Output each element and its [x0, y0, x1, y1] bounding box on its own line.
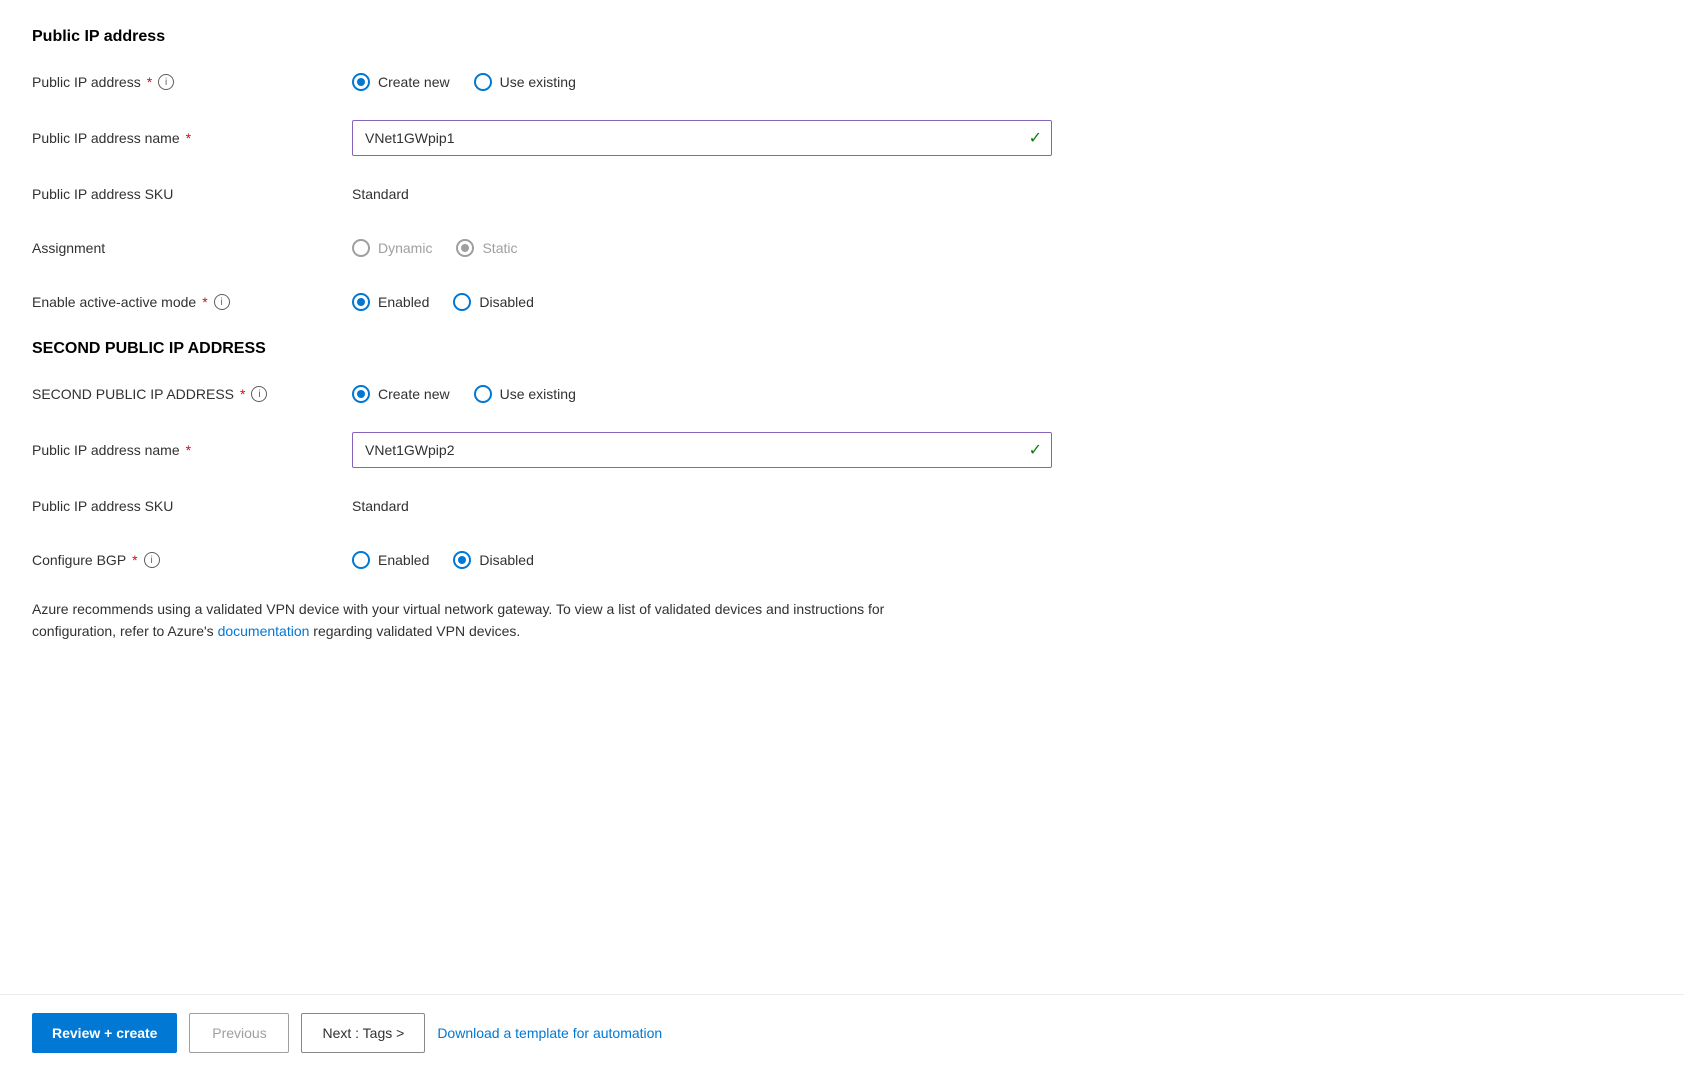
active-active-disabled[interactable]: Disabled — [453, 293, 533, 311]
pip-type-info-icon[interactable]: i — [158, 74, 174, 90]
row-second-pip-name: Public IP address name * ✓ — [32, 432, 1060, 468]
assignment-dynamic: Dynamic — [352, 239, 432, 257]
section-title-second-pip: SECOND PUBLIC IP ADDRESS — [32, 340, 1060, 358]
active-active-enabled[interactable]: Enabled — [352, 293, 429, 311]
second-pip-type-radio-group: Create new Use existing — [352, 385, 576, 403]
second-pip-sku-value: Standard — [352, 498, 409, 514]
assignment-dynamic-input — [352, 239, 370, 257]
pip-type-radio-group: Create new Use existing — [352, 73, 576, 91]
notice-text: Azure recommends using a validated VPN d… — [32, 598, 932, 643]
row-pip-type: Public IP address * i Create new Use exi… — [32, 66, 1060, 98]
label-configure-bgp: Configure BGP * i — [32, 552, 352, 568]
bgp-disabled[interactable]: Disabled — [453, 551, 533, 569]
pip-type-control: Create new Use existing — [352, 73, 1060, 91]
required-star-5: * — [186, 442, 191, 458]
main-content: Public IP address Public IP address * i … — [0, 0, 1100, 994]
second-pip-create-new-input[interactable] — [352, 385, 370, 403]
label-pip-name: Public IP address name * — [32, 130, 352, 146]
row-second-pip-sku: Public IP address SKU Standard — [32, 490, 1060, 522]
label-second-pip-type: SECOND PUBLIC IP ADDRESS * i — [32, 386, 352, 402]
assignment-static: Static — [456, 239, 517, 257]
pip-name-check-icon: ✓ — [1029, 128, 1042, 148]
documentation-link[interactable]: documentation — [218, 623, 310, 639]
assignment-radio-group: Dynamic Static — [352, 239, 517, 257]
section-title-pip: Public IP address — [32, 28, 1060, 46]
previous-button[interactable]: Previous — [189, 1013, 289, 1053]
second-pip-type-info-icon[interactable]: i — [251, 386, 267, 402]
review-create-button[interactable]: Review + create — [32, 1013, 177, 1053]
second-pip-name-wrapper: ✓ — [352, 432, 1052, 468]
active-active-disabled-input[interactable] — [453, 293, 471, 311]
assignment-static-input — [456, 239, 474, 257]
section-public-ip: Public IP address Public IP address * i … — [32, 28, 1060, 318]
required-star: * — [147, 74, 152, 90]
required-star-6: * — [132, 552, 137, 568]
bgp-enabled[interactable]: Enabled — [352, 551, 429, 569]
pip-type-create-new-input[interactable] — [352, 73, 370, 91]
footer: Review + create Previous Next : Tags > D… — [0, 994, 1684, 1071]
pip-sku-value: Standard — [352, 186, 409, 202]
bgp-enabled-input[interactable] — [352, 551, 370, 569]
pip-sku-control: Standard — [352, 186, 1060, 202]
second-pip-use-existing[interactable]: Use existing — [474, 385, 576, 403]
row-active-active: Enable active-active mode * i Enabled Di… — [32, 286, 1060, 318]
active-active-radio-group: Enabled Disabled — [352, 293, 534, 311]
row-pip-name: Public IP address name * ✓ — [32, 120, 1060, 156]
required-star-3: * — [202, 294, 207, 310]
label-active-active: Enable active-active mode * i — [32, 294, 352, 310]
required-star-4: * — [240, 386, 245, 402]
configure-bgp-control: Enabled Disabled — [352, 551, 1060, 569]
active-active-info-icon[interactable]: i — [214, 294, 230, 310]
second-pip-name-control: ✓ — [352, 432, 1060, 468]
pip-type-create-new[interactable]: Create new — [352, 73, 450, 91]
pip-name-input[interactable] — [352, 120, 1052, 156]
configure-bgp-radio-group: Enabled Disabled — [352, 551, 534, 569]
label-pip-type: Public IP address * i — [32, 74, 352, 90]
pip-name-wrapper: ✓ — [352, 120, 1052, 156]
pip-type-use-existing-input[interactable] — [474, 73, 492, 91]
next-button[interactable]: Next : Tags > — [301, 1013, 425, 1053]
label-second-pip-sku: Public IP address SKU — [32, 498, 352, 514]
active-active-control: Enabled Disabled — [352, 293, 1060, 311]
pip-type-use-existing[interactable]: Use existing — [474, 73, 576, 91]
second-pip-sku-control: Standard — [352, 498, 1060, 514]
row-configure-bgp: Configure BGP * i Enabled Disabled — [32, 544, 1060, 576]
section-second-pip: SECOND PUBLIC IP ADDRESS SECOND PUBLIC I… — [32, 340, 1060, 576]
row-second-pip-type: SECOND PUBLIC IP ADDRESS * i Create new … — [32, 378, 1060, 410]
second-pip-use-existing-input[interactable] — [474, 385, 492, 403]
row-pip-sku: Public IP address SKU Standard — [32, 178, 1060, 210]
pip-name-control: ✓ — [352, 120, 1060, 156]
label-pip-sku: Public IP address SKU — [32, 186, 352, 202]
second-pip-name-check-icon: ✓ — [1029, 440, 1042, 460]
required-star-2: * — [186, 130, 191, 146]
assignment-control: Dynamic Static — [352, 239, 1060, 257]
second-pip-create-new[interactable]: Create new — [352, 385, 450, 403]
label-second-pip-name: Public IP address name * — [32, 442, 352, 458]
bgp-disabled-input[interactable] — [453, 551, 471, 569]
configure-bgp-info-icon[interactable]: i — [144, 552, 160, 568]
row-assignment: Assignment Dynamic Static — [32, 232, 1060, 264]
download-template-link[interactable]: Download a template for automation — [437, 1025, 662, 1041]
second-pip-name-input[interactable] — [352, 432, 1052, 468]
active-active-enabled-input[interactable] — [352, 293, 370, 311]
label-assignment: Assignment — [32, 240, 352, 256]
second-pip-type-control: Create new Use existing — [352, 385, 1060, 403]
